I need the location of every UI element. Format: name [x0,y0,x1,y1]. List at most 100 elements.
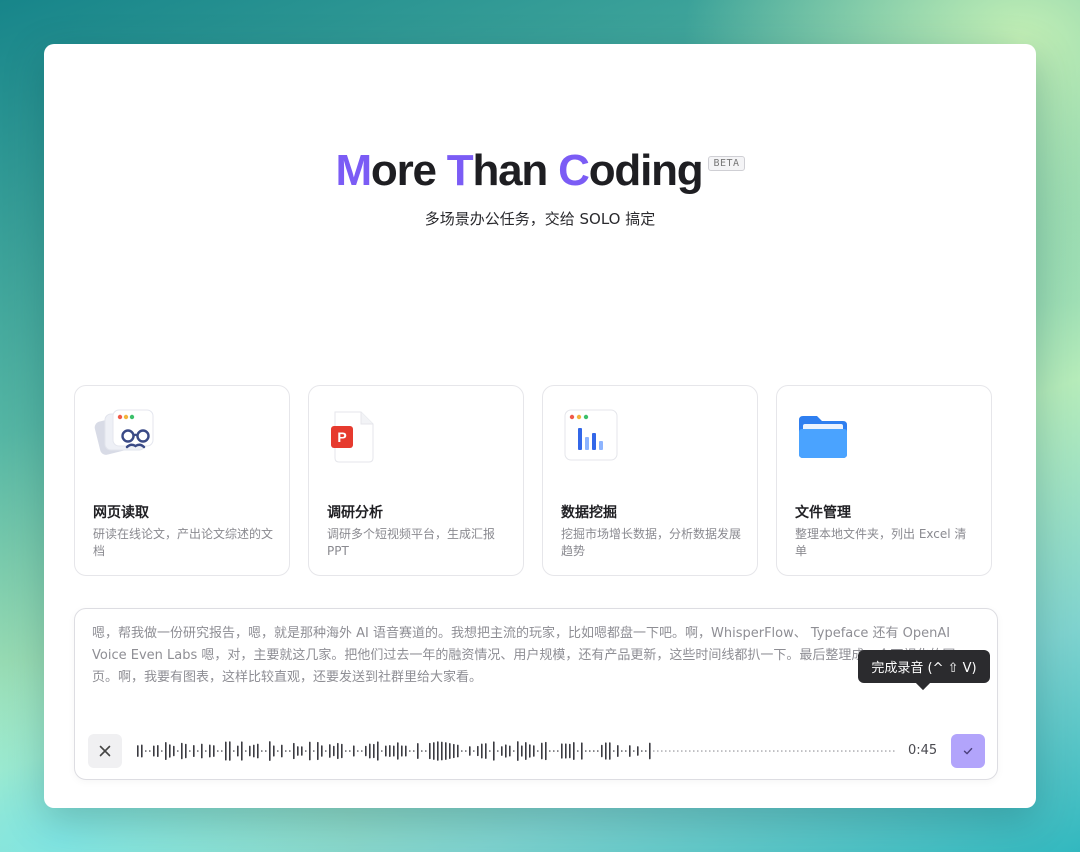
waveform-bar [373,743,375,759]
waveform-bar [229,741,231,761]
waveform-bar [837,750,839,752]
waveform-bar [341,743,343,759]
task-card-web-reading[interactable]: 网页读取 研读在线论文，产出论文综述的文档 [74,385,290,576]
title-row: More Than Coding BETA [335,146,745,195]
waveform-bar [617,745,619,757]
waveform-bar [537,750,539,752]
waveform-bar [621,750,623,752]
waveform-bar [757,750,759,752]
waveform-bar [265,750,267,752]
waveform-bar [309,741,311,761]
waveform-bar [557,750,559,752]
waveform-bar [829,750,831,752]
waveform-bar [693,750,695,752]
waveform-bar [561,743,563,759]
waveform-bar [601,744,603,758]
page-subtitle: 多场景办公任务，交给 SOLO 搞定 [424,210,656,229]
waveform-bar [873,750,875,752]
waveform-bar [817,750,819,752]
recording-timer: 0:45 [908,743,938,758]
waveform-bar [177,750,179,752]
card-title: 调研分析 [327,505,383,521]
waveform-bar [325,750,327,752]
waveform-bar [565,743,567,759]
waveform-bar [205,750,207,752]
waveform-bar [297,746,299,756]
close-icon [99,745,111,757]
title-letter-t: T [446,146,474,195]
waveform-bar [701,750,703,752]
waveform-bar [573,742,575,760]
waveform-bar [145,750,147,752]
waveform-bar [409,750,411,752]
waveform-bar [293,742,295,760]
finish-recording-button[interactable] [951,734,985,768]
waveform-bar [533,745,535,757]
waveform-bar [337,742,339,760]
waveform-bar [697,750,699,752]
cancel-recording-button[interactable] [88,734,122,768]
waveform-bar [777,750,779,752]
waveform-bar [497,750,499,752]
task-card-data-mining[interactable]: 数据挖掘 挖掘市场增长数据，分析数据发展趋势 [542,385,758,576]
waveform-bar [289,750,291,752]
page-title: More Than Coding [335,146,703,195]
waveform-bar [825,750,827,752]
beta-badge: BETA [708,156,745,171]
ppt-file-icon: P [327,406,391,466]
waveform-bar [285,750,287,752]
waveform-bar [677,750,679,752]
waveform-bar [209,744,211,758]
waveform-bar [273,745,275,757]
waveform-bar [389,745,391,757]
waveform-bar [173,745,175,757]
waveform-bar [841,750,843,752]
waveform-bar [521,745,523,757]
waveform-bar [305,750,307,752]
waveform-bar [445,742,447,760]
waveform-bar [877,750,879,752]
waveform-bar [729,750,731,752]
waveform-bar [241,741,243,761]
waveform-bar [845,750,847,752]
waveform-bar [261,750,263,752]
waveform-bar [761,750,763,752]
card-description: 整理本地文件夹，列出 Excel 清单 [795,527,967,558]
waveform-bar [165,741,167,761]
transcript-text[interactable]: 嗯，帮我做一份研究报告，嗯，就是那种海外 AI 语音赛道的。我想把主流的玩家，比… [92,623,981,689]
waveform-bar [213,745,215,757]
waveform-bar [477,745,479,757]
waveform-bar [545,741,547,761]
waveform-bar [349,750,351,752]
waveform-bar [313,750,315,752]
title-word-ore: ore [370,146,447,195]
task-card-research-analysis[interactable]: P 调研分析 调研多个短视频平台，生成汇报 PPT [308,385,524,576]
waveform-bar [141,744,143,758]
waveform-bar [421,750,423,752]
waveform-bar [269,741,271,761]
waveform-bar [489,750,491,752]
waveform-bar [673,750,675,752]
voice-input-box[interactable]: 嗯，帮我做一份研究报告，嗯，就是那种海外 AI 语音赛道的。我想把主流的玩家，比… [74,608,998,780]
waveform-bar [881,750,883,752]
waveform-bar [581,742,583,760]
waveform-bar [685,750,687,752]
task-card-file-management[interactable]: 文件管理 整理本地文件夹，列出 Excel 清单 [776,385,992,576]
waveform-bar [449,743,451,759]
waveform-bar [585,750,587,752]
waveform-bar [237,745,239,757]
waveform-bar [225,741,227,761]
waveform-bar [681,750,683,752]
app-window: More Than Coding BETA 多场景办公任务，交给 SOLO 搞定 [44,44,1036,808]
waveform-bar [849,750,851,752]
waveform-bar [317,741,319,761]
waveform-bar [689,750,691,752]
waveform-bar [453,743,455,759]
card-title: 文件管理 [795,505,851,521]
waveform-bar [181,742,183,760]
waveform-bar [813,750,815,752]
waveform-bar [657,750,659,752]
waveform-bar [401,745,403,757]
waveform-bar [169,744,171,758]
waveform-bar [197,750,199,752]
